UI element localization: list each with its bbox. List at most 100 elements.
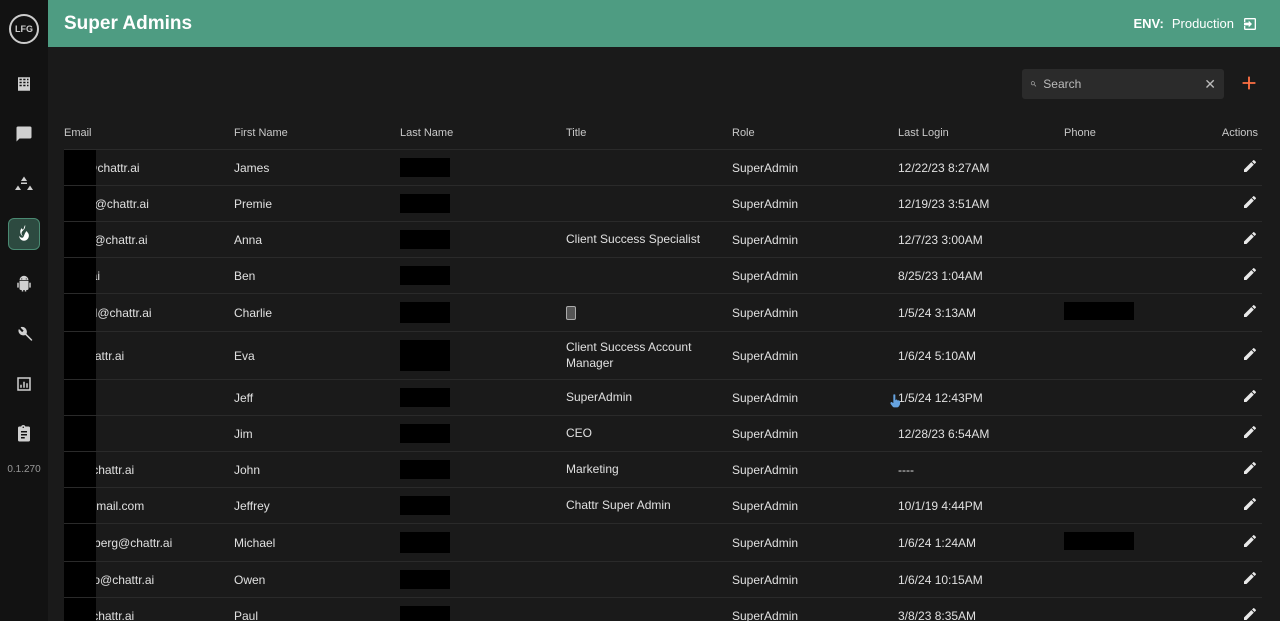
title-chip-icon [566,306,576,320]
admins-table: Email First Name Last Name Title Role La… [64,121,1262,621]
cell-last-login: 3/8/23 8:35AM [898,598,1064,621]
edit-button[interactable] [1242,194,1258,210]
cell-actions [1218,258,1262,294]
edit-button[interactable] [1242,230,1258,246]
table-row[interactable]: rjuste@chattr.aiAnnaClient Success Speci… [64,222,1262,258]
cell-actions [1218,186,1262,222]
cell-phone [1064,488,1218,524]
cell-phone [1064,150,1218,186]
cell-role: SuperAdmin [732,332,898,380]
cell-last-name [400,332,566,380]
cell-role: SuperAdmin [732,488,898,524]
table-row[interactable]: s@chattr.aiEvaClient Success Account Man… [64,332,1262,380]
cell-title: Marketing [566,452,732,488]
edit-button[interactable] [1242,388,1258,404]
table-row[interactable]: on@gmail.comJeffreyChattr Super AdminSup… [64,488,1262,524]
col-role[interactable]: Role [732,121,898,150]
cell-last-name [400,186,566,222]
edit-button[interactable] [1242,424,1258,440]
cell-title: SuperAdmin [566,380,732,416]
col-title[interactable]: Title [566,121,732,150]
cell-last-login: ---- [898,452,1064,488]
edit-button[interactable] [1242,496,1258,512]
edit-button[interactable] [1242,303,1258,319]
table-row[interactable]: dig@chattr.aiJohnMarketingSuperAdmin---- [64,452,1262,488]
edit-button[interactable] [1242,570,1258,586]
table-row[interactable]: attr.aiJimCEOSuperAdmin12/28/23 6:54AM [64,416,1262,452]
table-row[interactable]: bissell@chattr.aiCharlieSuperAdmin1/5/24… [64,294,1262,332]
nav-chat-icon[interactable] [8,118,40,150]
cell-last-login: 12/7/23 3:00AM [898,222,1064,258]
table-row[interactable]: l.nordberg@chattr.aiMichaelSuperAdmin1/6… [64,524,1262,562]
cell-role: SuperAdmin [732,416,898,452]
cell-phone [1064,524,1218,562]
cell-title: CEO [566,416,732,452]
search-input[interactable] [1043,77,1198,91]
logo[interactable]: LFG [9,14,39,44]
cell-first-name: Ben [234,258,400,294]
nav-fire-icon[interactable] [8,218,40,250]
table-row[interactable]: ercoco@chattr.aiOwenSuperAdmin1/6/24 10:… [64,562,1262,598]
table-row[interactable]: attr.aiJeffSuperAdminSuperAdmin1/5/24 12… [64,380,1262,416]
cell-actions [1218,332,1262,380]
cell-role: SuperAdmin [732,452,898,488]
cell-last-login: 8/25/23 1:04AM [898,258,1064,294]
col-first-name[interactable]: First Name [234,121,400,150]
cell-first-name: Charlie [234,294,400,332]
col-phone[interactable]: Phone [1064,121,1218,150]
edit-button[interactable] [1242,533,1258,549]
col-last-login[interactable]: Last Login [898,121,1064,150]
toolbar: ✕ [48,47,1280,121]
cell-last-name [400,524,566,562]
cell-title: Client Success Specialist [566,222,732,258]
cell-role: SuperAdmin [732,150,898,186]
nav-hierarchy-icon[interactable] [8,168,40,200]
cell-first-name: James [234,150,400,186]
table-row[interactable]: barr@chattr.aiJamesSuperAdmin12/22/23 8:… [64,150,1262,186]
cell-phone [1064,186,1218,222]
edit-button[interactable] [1242,606,1258,621]
col-last-name[interactable]: Last Name [400,121,566,150]
table-row[interactable]: hattr.aiBenSuperAdmin8/25/23 1:04AM [64,258,1262,294]
nav-building-icon[interactable] [8,68,40,100]
col-email[interactable]: Email [64,121,234,150]
sidebar: LFG 0.1.270 [0,0,48,621]
cell-phone [1064,332,1218,380]
nav-clipboard-icon[interactable] [8,418,40,450]
env-switcher[interactable]: ENV: Production [1134,16,1259,32]
cell-last-name [400,380,566,416]
cell-phone [1064,294,1218,332]
cell-first-name: Paul [234,598,400,621]
add-button[interactable] [1238,72,1260,97]
nav-android-icon[interactable] [8,268,40,300]
cell-last-name [400,562,566,598]
edit-button[interactable] [1242,346,1258,362]
cell-last-name [400,294,566,332]
version-label: 0.1.270 [7,464,40,475]
cell-actions [1218,416,1262,452]
cell-title [566,258,732,294]
search-icon [1030,77,1037,91]
edit-button[interactable] [1242,460,1258,476]
cell-title [566,524,732,562]
nav-dashboard-icon[interactable] [8,368,40,400]
edit-button[interactable] [1242,266,1258,282]
cell-last-name [400,598,566,621]
cell-first-name: Anna [234,222,400,258]
cell-first-name: Jeffrey [234,488,400,524]
cell-role: SuperAdmin [732,222,898,258]
col-actions: Actions [1218,121,1262,150]
nav-wrench-icon[interactable] [8,318,40,350]
clear-search-icon[interactable]: ✕ [1204,76,1216,93]
table-row[interactable]: walsh@chattr.aiPremieSuperAdmin12/19/23 … [64,186,1262,222]
search-box[interactable]: ✕ [1022,69,1224,99]
cell-email: dig@chattr.ai [64,452,234,488]
cell-last-login: 1/5/24 12:43PM [898,380,1064,416]
table-row[interactable]: bio@chattr.aiPaulSuperAdmin3/8/23 8:35AM [64,598,1262,621]
cell-title: Client Success Account Manager [566,332,732,380]
exit-icon [1242,16,1258,32]
cell-first-name: Jeff [234,380,400,416]
edit-button[interactable] [1242,158,1258,174]
cell-actions [1218,562,1262,598]
cell-last-login: 1/6/24 10:15AM [898,562,1064,598]
